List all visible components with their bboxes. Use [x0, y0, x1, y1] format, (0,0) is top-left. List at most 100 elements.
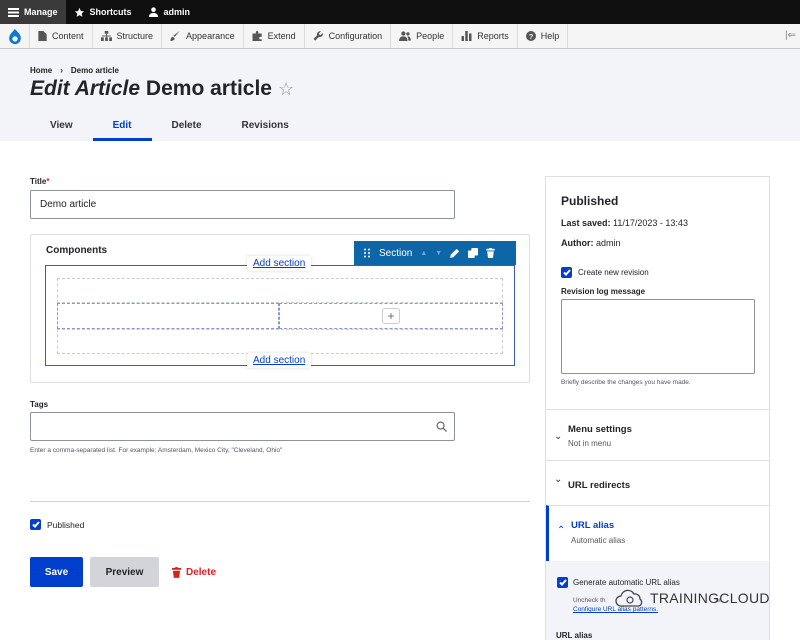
author-value: admin: [596, 238, 621, 248]
chevron-down-icon: ⌄: [554, 474, 563, 485]
section-label: Section: [379, 247, 413, 259]
generate-alias-label: Generate automatic URL alias: [573, 578, 680, 587]
url-alias-title: URL alias: [571, 520, 615, 531]
move-down-icon[interactable]: ▼: [435, 250, 442, 257]
tray-item-people[interactable]: People: [391, 24, 454, 48]
tab-edit[interactable]: Edit: [92, 119, 152, 141]
pencil-icon[interactable]: [450, 248, 460, 258]
tray-label: Structure: [116, 31, 154, 41]
user-label: admin: [163, 7, 191, 17]
url-alias-summary: Automatic alias: [571, 536, 626, 545]
add-section-top-link[interactable]: Add section: [247, 256, 312, 271]
wrench-icon: [313, 31, 323, 41]
shortcuts-label: Shortcuts: [89, 7, 132, 17]
tab-view[interactable]: View: [30, 119, 93, 141]
page-header: Home › Demo article Edit Article Demo arti…: [0, 49, 800, 141]
admin-tray: Content Structure Appearance Extend Conf…: [0, 24, 800, 49]
breadcrumb-home[interactable]: Home: [30, 66, 52, 75]
paintbrush-icon: [170, 31, 180, 41]
save-button[interactable]: Save: [30, 557, 83, 587]
tray-item-appearance[interactable]: Appearance: [162, 24, 244, 48]
author-label: Author:: [561, 238, 594, 248]
star-icon: [74, 7, 84, 17]
chevron-up-icon: ⌃: [557, 525, 566, 536]
move-up-icon[interactable]: ▲: [420, 250, 427, 257]
preview-button[interactable]: Preview: [90, 557, 159, 587]
revision-log-label: Revision log message: [561, 287, 646, 296]
tray-label: Configuration: [328, 31, 383, 41]
delete-label: Delete: [186, 566, 217, 578]
tray-label: Help: [540, 31, 560, 41]
tray-label: People: [416, 31, 445, 41]
menu-settings-accordion[interactable]: ⌄ Menu settings Not in menu: [546, 409, 769, 460]
user-menu[interactable]: admin: [140, 0, 199, 24]
tags-input[interactable]: [30, 412, 455, 441]
user-icon: [148, 7, 158, 18]
hamburger-icon: [8, 7, 19, 17]
tray-item-structure[interactable]: Structure: [93, 24, 163, 48]
manage-menu[interactable]: Manage: [0, 0, 66, 24]
components-label: Components: [46, 245, 108, 256]
create-revision-label: Create new revision: [578, 268, 649, 277]
url-redirects-accordion[interactable]: ⌄ URL redirects: [546, 460, 769, 505]
people-icon: [399, 31, 412, 41]
menu-settings-summary: Not in menu: [568, 439, 612, 448]
last-saved-value: 11/17/2023 - 13:43: [613, 218, 688, 228]
page-title-prefix: Edit Article: [30, 77, 141, 100]
tray-label: Appearance: [186, 31, 235, 41]
tab-delete[interactable]: Delete: [152, 119, 222, 141]
published-checkbox[interactable]: [30, 519, 41, 530]
file-icon: [38, 31, 47, 41]
revision-log-description: Briefly describe the changes you have ma…: [561, 379, 691, 386]
url-alias-accordion[interactable]: ⌃ URL alias Automatic alias: [546, 505, 769, 562]
tray-item-extend[interactable]: Extend: [244, 24, 305, 48]
cloud-logo-icon: [615, 589, 643, 607]
section-outline[interactable]: +: [45, 265, 515, 366]
chevron-down-icon: ⌄: [554, 431, 563, 442]
admin-toolbar: Manage Shortcuts admin: [0, 0, 800, 24]
title-label: Title*: [30, 177, 49, 186]
title-label-text: Title: [30, 177, 47, 186]
section-toolbar: Section ▲ ▼: [354, 241, 516, 265]
search-icon: [436, 421, 447, 432]
last-saved-label: Last saved:: [561, 218, 611, 228]
tab-revisions[interactable]: Revisions: [222, 119, 309, 141]
delete-button[interactable]: Delete: [172, 557, 232, 587]
check-icon: [31, 521, 40, 528]
collapse-tray-icon[interactable]: |⇐: [785, 30, 796, 41]
status-heading: Published: [561, 194, 619, 208]
alias-description-text: Uncheck th: [573, 597, 606, 604]
local-tasks: View Edit Delete Revisions: [30, 119, 309, 141]
star-icon[interactable]: ☆: [278, 79, 294, 99]
tray-item-configuration[interactable]: Configuration: [305, 24, 392, 48]
breadcrumb: Home › Demo article: [30, 66, 119, 75]
drupal-logo[interactable]: [0, 24, 30, 48]
last-saved: Last saved: 11/17/2023 - 13:43: [561, 218, 688, 228]
generate-alias-checkbox[interactable]: [557, 577, 568, 588]
tray-item-help[interactable]: ? Help: [518, 24, 569, 48]
create-revision-checkbox[interactable]: [561, 267, 572, 278]
trash-icon: [172, 566, 181, 578]
structure-icon: [100, 31, 112, 41]
breadcrumb-separator: ›: [60, 66, 63, 75]
title-input[interactable]: Demo article: [30, 190, 455, 219]
page-title-text: Demo article: [145, 77, 272, 100]
duplicate-icon[interactable]: [468, 248, 479, 258]
add-section-bottom-link[interactable]: Add section: [247, 353, 312, 368]
add-block-button[interactable]: +: [382, 308, 400, 324]
check-icon: [562, 269, 571, 276]
published-label: Published: [47, 520, 85, 530]
help-icon: ?: [525, 31, 536, 41]
drag-handle-icon[interactable]: [363, 248, 371, 258]
trash-icon[interactable]: [486, 248, 495, 258]
trainingcloud-watermark: TRAININGCLOUD: [614, 587, 770, 609]
tray-item-reports[interactable]: Reports: [453, 24, 518, 48]
tray-item-content[interactable]: Content: [30, 24, 93, 48]
shortcuts-menu[interactable]: Shortcuts: [66, 0, 140, 24]
tags-label: Tags: [30, 400, 49, 409]
revision-log-textarea[interactable]: [561, 299, 755, 374]
region-bottom: [57, 329, 503, 354]
breadcrumb-current: Demo article: [70, 66, 119, 75]
required-marker: *: [46, 177, 50, 186]
manage-label: Manage: [24, 7, 58, 17]
